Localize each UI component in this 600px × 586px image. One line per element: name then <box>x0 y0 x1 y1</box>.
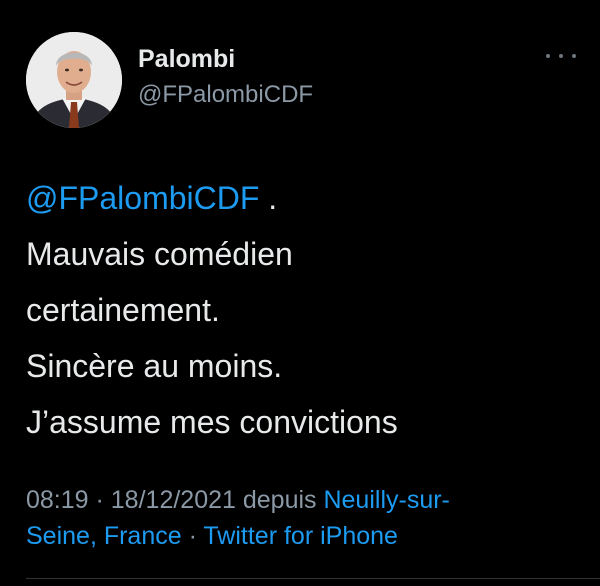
tweet-line: certainement. <box>26 292 220 328</box>
tweet-line: Mauvais comédien <box>26 236 293 272</box>
mention-suffix: . <box>259 180 278 216</box>
more-horizontal-icon[interactable] <box>546 46 576 66</box>
location-part1: Neuilly-sur- <box>323 486 450 514</box>
dot <box>572 54 576 58</box>
tweet-time[interactable]: 08:19 <box>26 486 89 514</box>
author-name[interactable]: Palombi <box>138 44 235 74</box>
tweet-card: Palombi @FPalombiCDF @FPalombiCDF . Mauv… <box>0 0 600 586</box>
tweet-line: Sincère au moins. <box>26 348 283 384</box>
depuis-label: depuis <box>235 486 324 514</box>
avatar[interactable] <box>26 32 122 128</box>
tweet-line: J’assume mes convictions <box>26 404 398 440</box>
divider <box>26 578 600 579</box>
separator: · <box>88 486 111 514</box>
profile-photo <box>26 32 122 128</box>
dot <box>546 54 550 58</box>
mention-link[interactable]: @FPalombiCDF <box>26 180 259 216</box>
tweet-line-mention: @FPalombiCDF . <box>26 170 586 226</box>
location-part2: Seine, France <box>26 522 182 550</box>
separator: · <box>181 522 204 550</box>
author-handle[interactable]: @FPalombiCDF <box>138 80 313 110</box>
dot <box>559 54 563 58</box>
tweet-date[interactable]: 18/12/2021 <box>111 486 236 514</box>
source-link[interactable]: Twitter for iPhone <box>203 522 398 550</box>
tweet-meta: 08:19 · 18/12/2021 depuis Neuilly-sur- Se… <box>26 482 566 554</box>
tweet-text: @FPalombiCDF . Mauvais comédien certaine… <box>26 170 586 450</box>
